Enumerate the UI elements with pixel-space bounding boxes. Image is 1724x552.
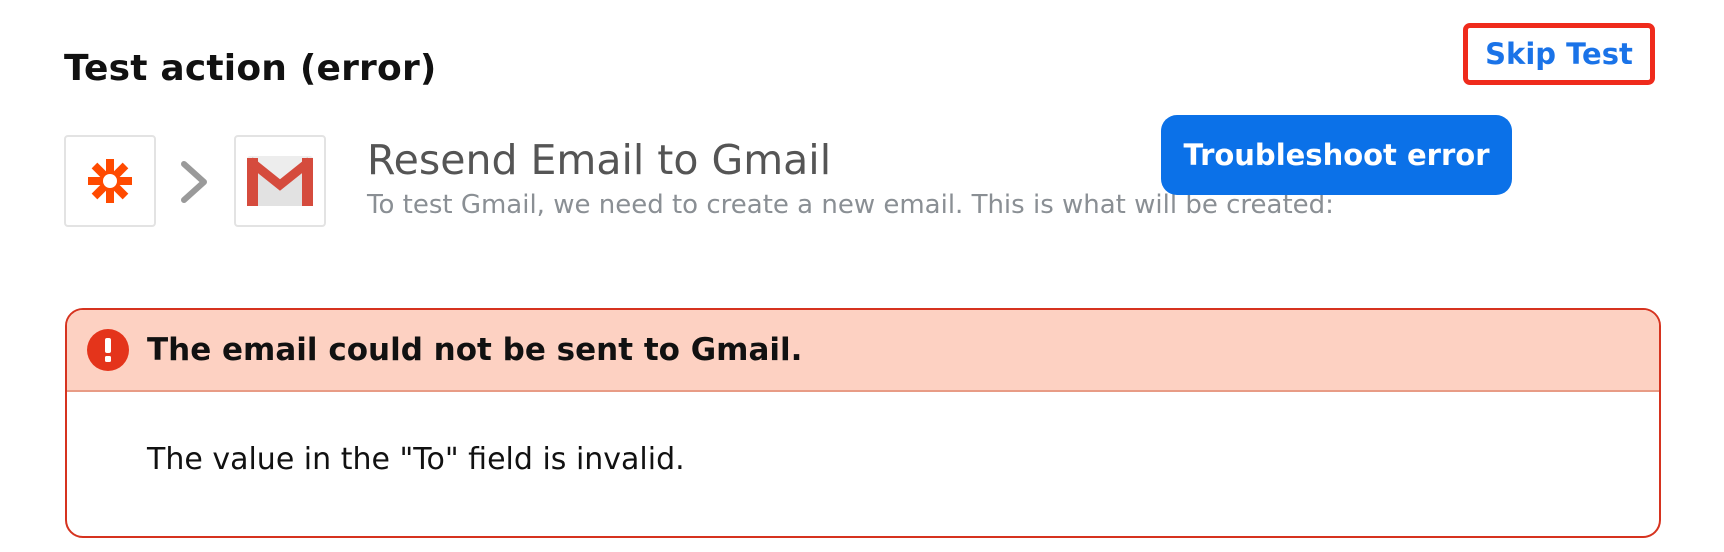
test-action-panel: Test action (error) Skip Test Resend Ema… [0, 0, 1724, 552]
page-title: Test action (error) [64, 48, 437, 89]
error-header: The email could not be sent to Gmail. [67, 310, 1659, 392]
error-body: The value in the "To" field is invalid. [67, 392, 1659, 536]
action-app-tile [234, 135, 326, 227]
troubleshoot-error-button[interactable]: Troubleshoot error [1161, 115, 1512, 195]
skip-test-button[interactable]: Skip Test [1463, 23, 1655, 85]
chevron-right-icon [181, 161, 207, 203]
action-title: Resend Email to Gmail [367, 136, 832, 184]
error-panel: The email could not be sent to Gmail. Th… [65, 308, 1661, 538]
exclamation-icon [87, 329, 129, 371]
trigger-app-tile [64, 135, 156, 227]
error-message: The value in the "To" field is invalid. [147, 442, 685, 477]
error-heading: The email could not be sent to Gmail. [147, 332, 803, 368]
gmail-icon [247, 156, 313, 206]
zapier-asterisk-icon [88, 159, 132, 203]
